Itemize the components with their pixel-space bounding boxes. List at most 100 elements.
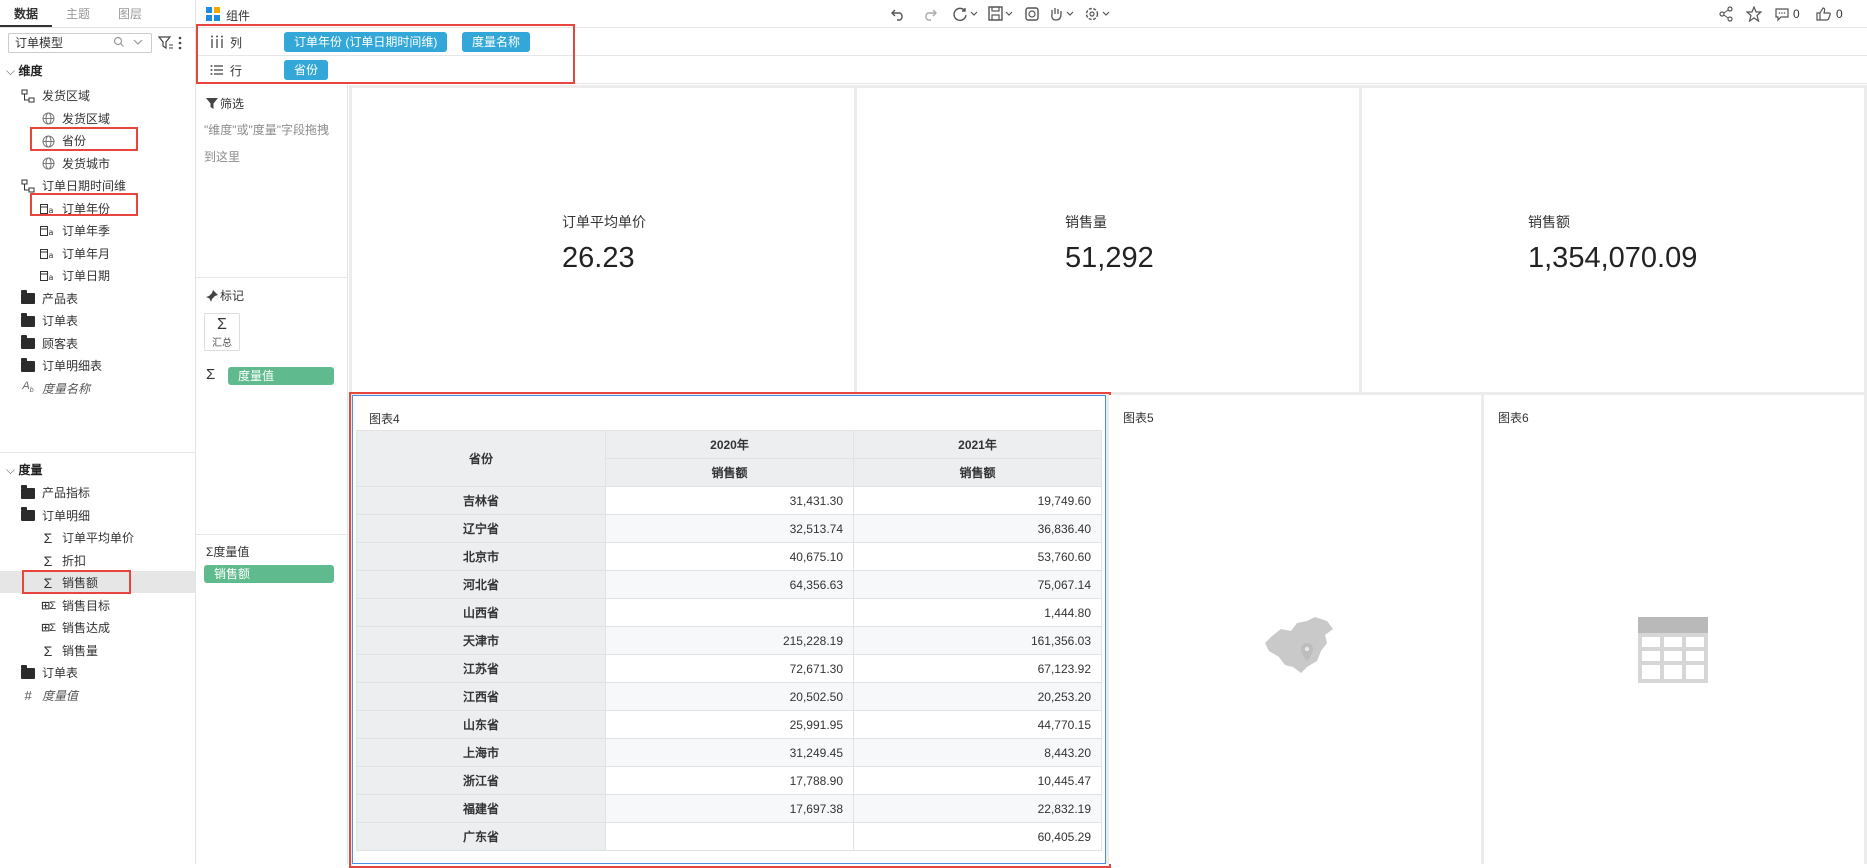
tree-item[interactable]: ⊞Σ 销售目标 <box>40 596 110 616</box>
component-icon[interactable] <box>206 7 220 21</box>
pin-icon <box>206 289 218 302</box>
tree-item[interactable]: 订单表 <box>20 663 78 683</box>
date-field-icon: a <box>40 246 56 262</box>
settings-gear-icon[interactable] <box>1084 6 1114 22</box>
refresh-icon[interactable] <box>952 6 980 22</box>
tree-item[interactable]: 发货区域 <box>20 86 90 106</box>
sigma-icon: Σ <box>43 642 53 659</box>
tab-data[interactable]: 数据 <box>0 0 52 27</box>
tree-item-label: 折扣 <box>62 553 87 568</box>
tree-item[interactable]: 发货区域 <box>40 109 110 129</box>
chart6-card[interactable]: 图表6 <box>1484 395 1864 864</box>
tree-item-label: 发货区域 <box>62 111 111 126</box>
tab-theme[interactable]: 主题 <box>52 0 104 27</box>
tree-item-label: 发货区域 <box>42 89 91 103</box>
tree-item-label: 订单表 <box>42 314 79 328</box>
sigma-icon: Σ <box>43 552 53 569</box>
kpi-value: 51,292 <box>1065 242 1154 274</box>
folder-icon <box>20 357 36 374</box>
tree-item[interactable]: Σ 销售量 <box>40 641 98 661</box>
chart-title: 图表6 <box>1498 411 1529 425</box>
folder-icon <box>20 664 36 681</box>
save-icon[interactable] <box>988 6 1016 22</box>
favorite-star-icon[interactable] <box>1746 6 1762 22</box>
tab-layers[interactable]: 图层 <box>104 0 156 27</box>
measure-values-header: Σ度量值 <box>206 545 250 559</box>
like-count: 0 <box>1836 7 1843 21</box>
tree-item[interactable]: a 订单年月 <box>40 244 110 264</box>
tree-item-label: 销售量 <box>62 643 99 658</box>
tree-item[interactable]: 产品指标 <box>20 483 90 503</box>
tree-item-label: 订单明细表 <box>42 359 103 373</box>
kpi-card-sales-amount[interactable]: 销售额 1,354,070.09 <box>1362 88 1864 392</box>
redo-icon[interactable] <box>922 6 938 22</box>
tree-item[interactable]: Ab 度量名称 <box>20 379 90 399</box>
summary-mark-button[interactable]: Σ 汇总 <box>204 313 240 351</box>
globe-icon <box>40 156 56 172</box>
measure-section-header[interactable]: ⌵ 度量 <box>6 461 42 478</box>
kpi-value: 1,354,070.09 <box>1528 242 1698 274</box>
comment-count: 0 <box>1793 7 1800 21</box>
preview-icon[interactable] <box>1024 6 1040 22</box>
tree-item[interactable]: 订单明细表 <box>20 356 102 376</box>
measure-values-pill[interactable]: 销售额 <box>204 565 334 583</box>
kpi-card-avg-price[interactable]: 订单平均单价 26.23 <box>352 88 854 392</box>
table-icon <box>1638 617 1708 683</box>
kpi-value: 26.23 <box>562 242 635 274</box>
tree-item-label: 度量值 <box>42 688 79 703</box>
tree-item[interactable]: 发货城市 <box>40 154 110 174</box>
folder-open-icon <box>20 507 36 524</box>
calculated-measure-icon: ⊞Σ <box>40 599 56 612</box>
svg-text:a: a <box>49 251 54 260</box>
tree-item-label: 订单表 <box>42 666 79 680</box>
tree-item[interactable]: 顾客表 <box>20 334 78 354</box>
tree-item[interactable]: a 订单年季 <box>40 221 110 241</box>
tree-item[interactable]: a 订单日期 <box>40 266 110 286</box>
model-select[interactable]: 订单模型 <box>8 33 152 53</box>
china-map-icon <box>1263 615 1335 675</box>
sigma-icon: Σ <box>206 366 216 383</box>
panel-tabs: 数据 主题 图层 <box>0 0 195 28</box>
tree-item-label: 顾客表 <box>42 336 79 351</box>
dimension-section-header[interactable]: ⌵ 维度 <box>6 62 42 79</box>
undo-icon[interactable] <box>890 6 906 22</box>
more-menu-icon[interactable] <box>178 36 182 50</box>
marks-measure-pill[interactable]: 度量值 <box>228 367 334 385</box>
svg-text:a: a <box>49 273 54 282</box>
kpi-label: 销售额 <box>1528 214 1570 230</box>
hand-tool-icon[interactable] <box>1048 6 1078 22</box>
tree-item-label: 销售目标 <box>62 598 111 613</box>
tree-item[interactable]: ⊞Σ 销售达成 <box>40 618 110 638</box>
divider <box>196 277 347 278</box>
tree-item[interactable]: 订单表 <box>20 311 78 331</box>
marks-section-header: 标记 <box>206 287 244 304</box>
chart-title: 图表5 <box>1123 411 1154 425</box>
funnel-icon <box>206 97 218 110</box>
date-field-icon: a <box>40 223 56 239</box>
tree-item[interactable]: 产品表 <box>20 289 78 309</box>
tree-item[interactable]: Σ 订单平均单价 <box>40 528 134 548</box>
chart5-card[interactable]: 图表5 <box>1109 395 1481 864</box>
data-panel: 数据 主题 图层 订单模型 ⌵ 维度 发货区域 发货区域 省份 发货城市 订单日期时间维… <box>0 0 196 864</box>
folder-icon <box>20 290 36 307</box>
comment-icon[interactable] <box>1774 6 1790 22</box>
share-icon[interactable] <box>1718 6 1734 22</box>
component-label[interactable]: 组件 <box>226 7 250 24</box>
divider <box>196 534 347 535</box>
filter-icon[interactable] <box>158 36 174 50</box>
kpi-label: 销售量 <box>1065 214 1107 230</box>
tree-item-label: 订单日期 <box>62 269 111 283</box>
tree-item[interactable]: 订单明细 <box>20 506 90 526</box>
tree-item[interactable]: # 度量值 <box>20 686 78 706</box>
filter-drop-hint[interactable]: "维度"或"度量"字段拖拽到这里 <box>204 117 332 171</box>
kpi-card-sales-qty[interactable]: 销售量 51,292 <box>857 88 1359 392</box>
marks-panel: 筛选 "维度"或"度量"字段拖拽到这里 标记 Σ 汇总 Σ 度量值 Σ度量值 销… <box>196 85 348 864</box>
tree-item[interactable]: Σ 折扣 <box>40 551 86 571</box>
highlight-box-order-year <box>30 193 138 216</box>
chevron-down-icon[interactable] <box>133 37 143 47</box>
search-icon[interactable] <box>113 36 125 48</box>
model-select-value: 订单模型 <box>15 36 64 50</box>
tree-item-label: 产品指标 <box>42 486 91 500</box>
section-divider <box>0 452 196 453</box>
like-thumb-icon[interactable] <box>1816 6 1832 22</box>
